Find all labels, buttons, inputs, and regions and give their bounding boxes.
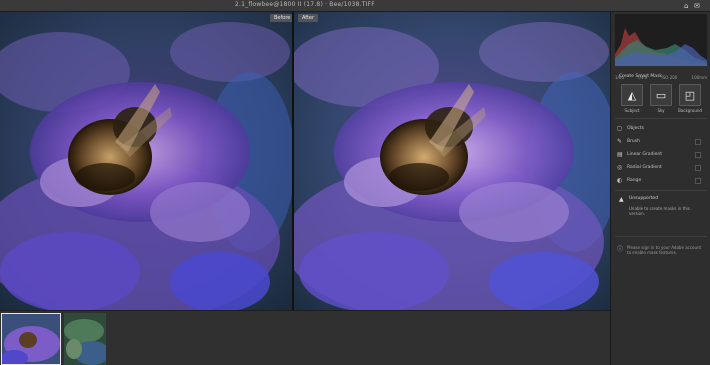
mask-option-label: Objects bbox=[627, 126, 645, 131]
after-view[interactable]: After bbox=[294, 12, 610, 310]
background-icon: ◰ bbox=[684, 88, 696, 102]
mask-option-label: Linear Gradient bbox=[627, 152, 663, 157]
title-bar: ⌂ 2.1_flowbee@1800 II (17.8) · Bee/1038.… bbox=[0, 0, 710, 12]
subject-label: Subject bbox=[624, 108, 640, 113]
filmstrip bbox=[0, 310, 610, 365]
radial-gradient-checkbox[interactable] bbox=[695, 165, 701, 171]
before-view[interactable]: Before bbox=[0, 12, 292, 310]
sky-button[interactable]: ▭ bbox=[650, 84, 672, 106]
divider bbox=[615, 190, 707, 191]
info-icon: ⓘ bbox=[617, 246, 624, 253]
sky-label: Sky bbox=[657, 108, 665, 113]
focal-length: 100mm bbox=[691, 75, 707, 80]
background-label: Background bbox=[678, 108, 702, 113]
section-title-smart-mask: Create Smart Mask bbox=[619, 74, 663, 79]
filmstrip-thumbnail[interactable] bbox=[64, 313, 106, 365]
brush-icon: ✎ bbox=[617, 138, 623, 145]
divider bbox=[615, 118, 707, 119]
background-button[interactable]: ◰ bbox=[679, 84, 701, 106]
right-panel: 1/60 f/4.0 ISO 200 100mm Create Smart Ma… bbox=[610, 12, 710, 365]
info-body: Please sign in to your Adobe account to … bbox=[627, 245, 702, 255]
sky-icon: ▭ bbox=[655, 88, 667, 102]
mask-option-label: Range bbox=[627, 178, 642, 183]
notice-heading: Unsupported bbox=[629, 196, 659, 201]
filmstrip-thumbnail[interactable] bbox=[1, 313, 61, 365]
after-label: After bbox=[298, 14, 319, 22]
histogram bbox=[615, 14, 707, 66]
notice-body: Unable to create masks in this version. bbox=[629, 206, 690, 216]
radial-gradient-icon: ◎ bbox=[617, 164, 623, 171]
before-label: Before bbox=[270, 14, 292, 22]
divider bbox=[615, 236, 707, 237]
thumbnail-image bbox=[2, 314, 60, 364]
warning-icon: ▲ bbox=[619, 196, 624, 203]
mask-option-range[interactable]: ◐ Range bbox=[617, 176, 707, 186]
histogram-graph bbox=[615, 28, 707, 66]
share-icon[interactable]: ✉ bbox=[694, 2, 700, 10]
subject-icon: ◭ bbox=[627, 88, 637, 102]
mask-option-objects[interactable]: ◻ Objects bbox=[617, 124, 707, 134]
iso: ISO 200 bbox=[661, 75, 678, 80]
mask-option-brush[interactable]: ✎ Brush bbox=[617, 137, 707, 147]
range-icon: ◐ bbox=[617, 177, 623, 184]
linear-gradient-icon: ▤ bbox=[617, 151, 623, 158]
mask-option-linear-gradient[interactable]: ▤ Linear Gradient bbox=[617, 150, 707, 160]
objects-icon: ◻ bbox=[617, 125, 622, 132]
after-photo bbox=[294, 12, 610, 310]
home-icon[interactable]: ⌂ bbox=[684, 2, 688, 10]
mask-option-label: Radial Gradient bbox=[627, 165, 662, 170]
linear-gradient-checkbox[interactable] bbox=[695, 152, 701, 158]
brush-checkbox[interactable] bbox=[695, 139, 701, 145]
before-photo bbox=[0, 12, 292, 310]
mask-option-radial-gradient[interactable]: ◎ Radial Gradient bbox=[617, 163, 707, 173]
thumbnail-image bbox=[64, 313, 106, 365]
mask-option-label: Brush bbox=[627, 139, 640, 144]
subject-button[interactable]: ◭ bbox=[621, 84, 643, 106]
window-title: 2.1_flowbee@1800 II (17.8) · Bee/1038.TI… bbox=[235, 1, 375, 8]
range-checkbox[interactable] bbox=[695, 178, 701, 184]
